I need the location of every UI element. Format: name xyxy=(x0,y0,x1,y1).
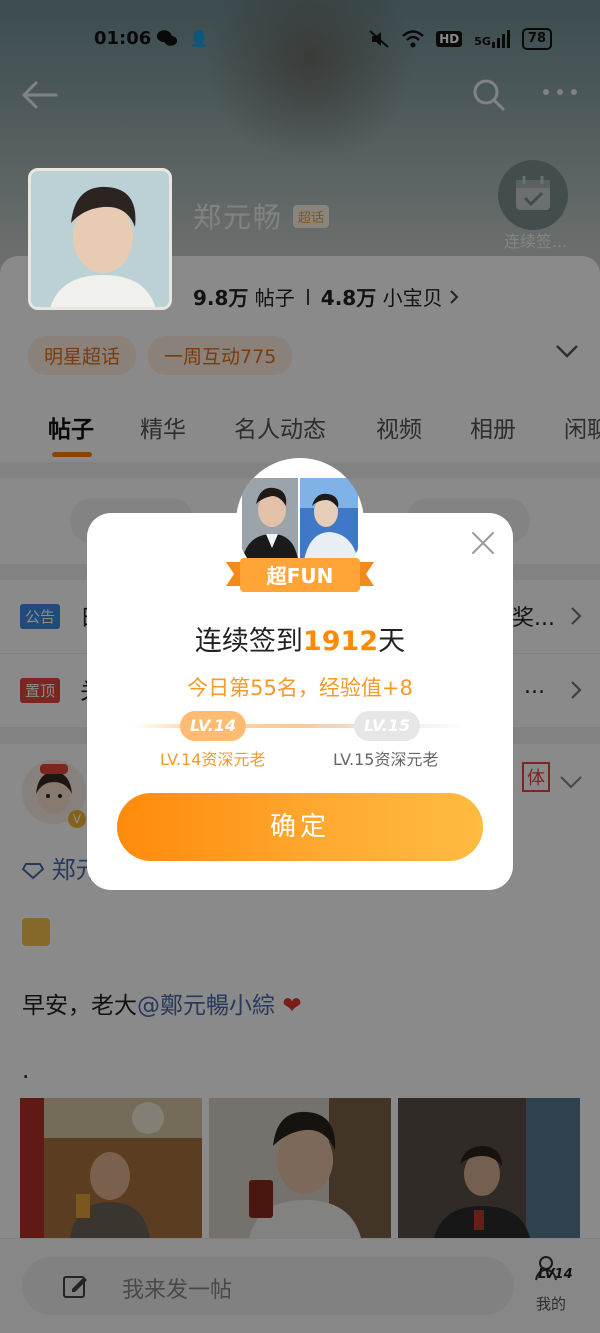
portrait-image xyxy=(31,171,169,307)
dialog-avatar-photo xyxy=(242,478,298,560)
checkin-rank-subtitle: 今日第55名，经验值+8 xyxy=(187,676,413,700)
close-icon[interactable] xyxy=(470,530,496,556)
checkin-streak-title: 连续签到1912天 xyxy=(194,626,406,657)
current-level-pill: LV.14 xyxy=(180,711,246,741)
next-level-caption: LV.15资深元老 xyxy=(333,750,439,769)
fun-ribbon-label: 超FUN xyxy=(266,564,334,588)
dialog-avatar-photo xyxy=(300,478,358,560)
next-level-pill: LV.15 xyxy=(354,711,420,741)
dialog-avatar-image xyxy=(300,478,358,560)
current-level-caption: LV.14资深元老 xyxy=(160,750,266,769)
confirm-button[interactable]: 确定 xyxy=(117,793,483,861)
dialog-avatar-image xyxy=(242,478,298,560)
checkin-streak-days: 1912 xyxy=(302,626,379,657)
supertopic-avatar[interactable] xyxy=(28,168,172,310)
